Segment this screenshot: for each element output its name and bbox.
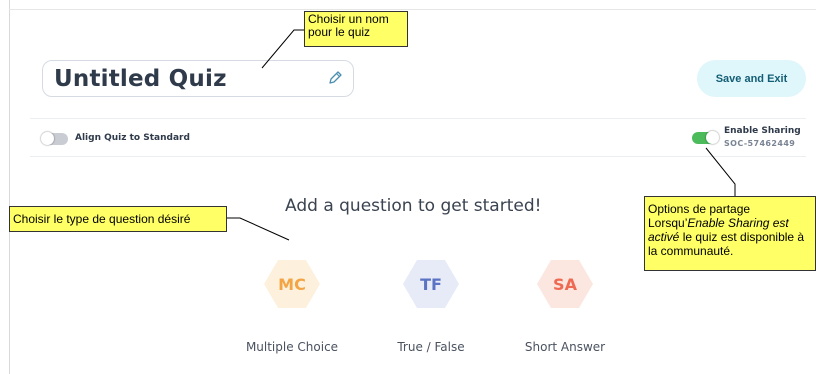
- share-callout-prefix: Lorsqu’: [648, 216, 688, 230]
- type-callout: Choisir le type de question désiré: [9, 206, 227, 232]
- share-callout-body: Lorsqu’Enable Sharing est activé le quiz…: [648, 216, 812, 258]
- name-leader-line: [261, 29, 305, 69]
- type-leader-line: [227, 217, 290, 241]
- share-callout: Options de partage Lorsqu’Enable Sharing…: [644, 196, 816, 271]
- annotation-leader-lines: [227, 29, 736, 241]
- share-callout-title: Options de partage: [648, 202, 751, 216]
- name-callout: Choisir un nom pour le quiz: [304, 11, 408, 47]
- name-callout-line-2: pour le quiz: [308, 25, 371, 39]
- share-leader-line: [705, 147, 736, 196]
